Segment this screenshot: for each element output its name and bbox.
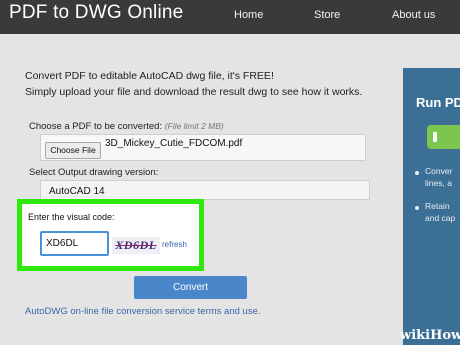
selected-file-name: 3D_Mickey_Cutie_FDCOM.pdf	[105, 138, 243, 149]
promo-feature-line: and cap	[425, 213, 456, 223]
choose-file-button[interactable]: Choose File	[45, 142, 101, 159]
choose-file-label-text: Choose a PDF to be converted:	[29, 121, 163, 132]
file-limit-note: (File limit 2 MB)	[164, 121, 224, 131]
captcha-image: XD6DL	[112, 237, 160, 254]
output-version-select[interactable]: AutoCAD 14	[40, 180, 370, 200]
terms-link[interactable]: AutoDWG on-line file conversion service …	[25, 306, 261, 317]
nav-home[interactable]: Home	[234, 9, 263, 21]
nav-about-us[interactable]: About us	[392, 9, 435, 21]
convert-button[interactable]: Convert	[134, 276, 247, 299]
choose-file-label: Choose a PDF to be converted: (File limi…	[29, 121, 224, 132]
bullet-icon	[415, 171, 419, 175]
intro-description: Simply upload your file and download the…	[25, 86, 363, 98]
captcha-refresh-link[interactable]: refresh	[162, 240, 187, 249]
download-icon	[433, 132, 437, 142]
file-upload-field: Choose File 3D_Mickey_Cutie_FDCOM.pdf	[40, 134, 366, 161]
top-nav-bar: PDF to DWG Online Home Store About us	[0, 0, 460, 34]
promo-download-button[interactable]	[427, 125, 460, 149]
promo-feature-line: Retain	[425, 201, 450, 211]
captcha-label: Enter the visual code:	[28, 212, 115, 222]
bullet-icon	[415, 206, 419, 210]
captcha-highlight-box: Enter the visual code: XD6DL XD6DL refre…	[17, 199, 204, 271]
watermark-how: How	[430, 328, 460, 343]
nav-store[interactable]: Store	[314, 9, 340, 21]
intro-headline: Convert PDF to editable AutoCAD dwg file…	[25, 70, 274, 82]
promo-feature-line: lines, a	[425, 178, 452, 188]
site-logo[interactable]: PDF to DWG Online	[9, 2, 183, 24]
promo-panel: Run PDF Conver lines, a Retain and cap	[403, 68, 460, 345]
watermark-wiki: wiki	[400, 328, 431, 343]
output-version-label: Select Output drawing version:	[29, 167, 159, 178]
promo-title: Run PDF	[416, 95, 460, 110]
output-version-value: AutoCAD 14	[49, 186, 105, 197]
captcha-input[interactable]: XD6DL	[40, 231, 109, 256]
promo-feature-line: Conver	[425, 166, 453, 176]
wikihow-watermark: wikiHow	[400, 328, 460, 343]
